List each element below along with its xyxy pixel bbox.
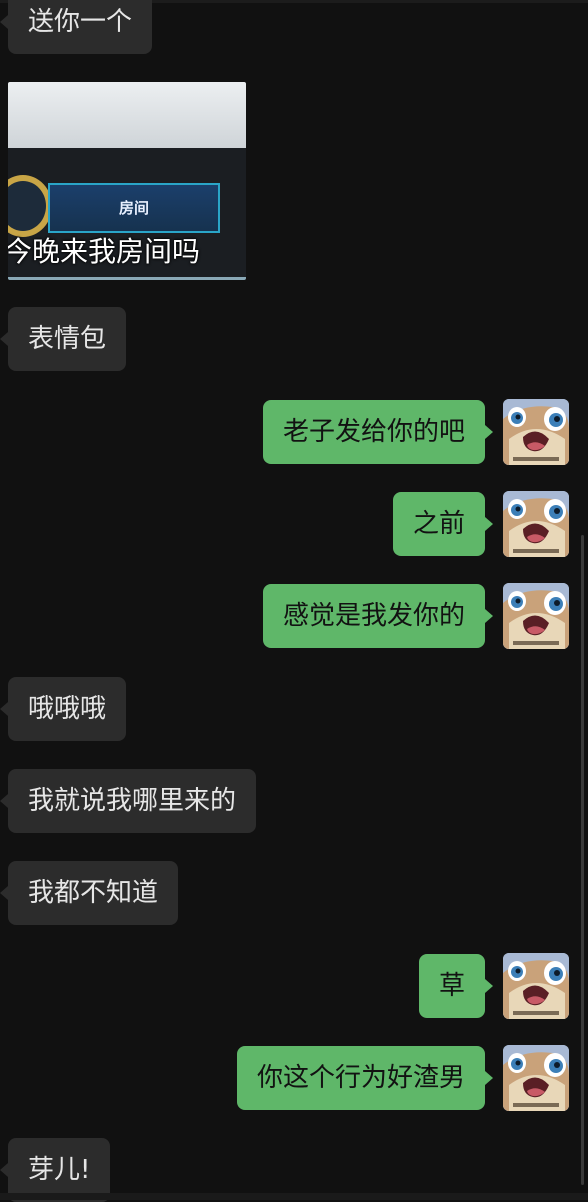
message-bubble-outgoing[interactable]: 你这个行为好渣男	[236, 1046, 494, 1110]
message-bubble-outgoing[interactable]: 草	[418, 954, 494, 1018]
self-avatar[interactable]	[503, 583, 569, 649]
self-avatar[interactable]	[503, 491, 569, 557]
message-bubble-incoming[interactable]: 我都不知道	[0, 861, 179, 925]
message-bubble-outgoing[interactable]: 老子发给你的吧	[262, 400, 494, 464]
cartoon-creature-avatar-icon	[503, 953, 569, 1019]
sticker-background	[8, 82, 246, 148]
message-bubble-incoming[interactable]: 表情包	[0, 307, 127, 371]
sticker-caption: 今晚来我房间吗	[8, 235, 201, 268]
game-ring-icon	[8, 175, 52, 237]
cartoon-creature-avatar-icon	[503, 491, 569, 557]
cartoon-creature-avatar-icon	[503, 1045, 569, 1111]
cartoon-creature-avatar-icon	[503, 399, 569, 465]
message-bubble-outgoing[interactable]: 感觉是我发你的	[262, 584, 494, 648]
cartoon-creature-avatar-icon	[503, 583, 569, 649]
sticker-bottom-strip	[8, 277, 246, 280]
message-bubble-incoming[interactable]: 我就说我哪里来的	[0, 769, 257, 833]
bottom-edge	[0, 1193, 588, 1200]
message-bubble-outgoing[interactable]: 之前	[392, 492, 494, 556]
sticker-image[interactable]: 房间 今晚来我房间吗	[8, 82, 246, 280]
scrollbar[interactable]	[581, 535, 584, 1185]
self-avatar[interactable]	[503, 1045, 569, 1111]
self-avatar[interactable]	[503, 953, 569, 1019]
sticker-game-label: 房间	[48, 183, 220, 233]
self-avatar[interactable]	[503, 399, 569, 465]
message-bubble-incoming[interactable]: 哦哦哦	[0, 677, 127, 741]
message-bubble-incoming[interactable]: 送你一个	[0, 0, 153, 54]
